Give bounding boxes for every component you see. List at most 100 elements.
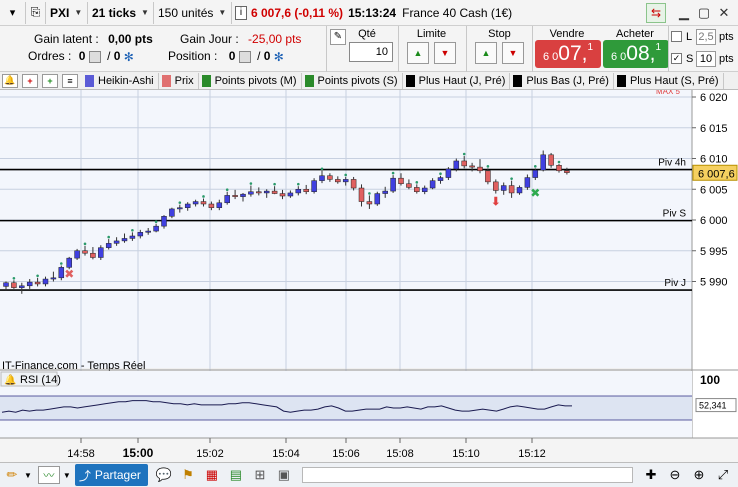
scan-icon[interactable]: ⊞ <box>251 466 269 484</box>
crosshair-icon[interactable]: ✚ <box>642 466 660 484</box>
gear-icon[interactable]: ✻ <box>274 50 284 64</box>
buy-limit-button[interactable]: ▲ <box>407 42 429 64</box>
gear-icon[interactable]: ✻ <box>124 50 134 64</box>
s-label: S <box>686 53 694 65</box>
candle-marker <box>273 182 276 186</box>
units-label: 150 unités <box>158 5 214 20</box>
s-checkbox[interactable]: ✓ <box>671 53 682 64</box>
add-indicator-button[interactable]: + <box>22 73 38 88</box>
price-chart[interactable]: MAX 5 6 020 6 015 6 010 6 005 6 000 5 995 5 990… <box>0 90 738 462</box>
candle-body <box>374 193 381 205</box>
buy-price-big: 08, <box>626 42 656 65</box>
indicator-item[interactable]: Prix <box>159 72 199 89</box>
reset-zoom-icon[interactable]: ⤢ <box>714 466 732 484</box>
bell-icon: 🔔 <box>4 374 16 386</box>
max-line-label: MAX 5 <box>656 90 681 96</box>
sell-button[interactable]: 6 0 07, 1 <box>535 40 601 68</box>
quote-group: Vendre Acheter 6 0 07, 1 6 0 08, 1 <box>532 26 669 72</box>
levels-icon[interactable]: ≡ <box>62 73 78 88</box>
candle-body <box>192 201 199 205</box>
indicator-icon[interactable]: ▦ <box>203 466 221 484</box>
interval-label: 21 ticks <box>92 5 137 20</box>
strategy-icon[interactable]: ▤ <box>227 466 245 484</box>
export-icon[interactable]: ▣ <box>275 466 293 484</box>
interval-selector[interactable]: 21 ticks ▼ <box>88 1 154 24</box>
position-count-2: 0 <box>263 49 271 63</box>
close-button[interactable]: ✕ <box>714 3 734 23</box>
window-list-button[interactable]: ⎘ <box>26 1 46 24</box>
candle-body <box>311 180 317 192</box>
indicator-item[interactable]: Plus Haut (S, Pré) <box>614 72 724 89</box>
candle-body <box>216 202 223 208</box>
candle-marker <box>534 165 537 168</box>
chat-icon[interactable]: 💬 <box>155 466 173 484</box>
candle-marker <box>249 182 253 185</box>
candle-body <box>406 183 412 188</box>
sell-limit-button[interactable]: ▼ <box>434 42 456 64</box>
indicator-item[interactable]: Heikin-Ashi <box>82 72 159 89</box>
quantity-input[interactable]: 10 <box>349 42 393 62</box>
chart-menu-button[interactable]: ▾ <box>0 1 26 24</box>
candle-body <box>524 177 531 188</box>
chevron-down-icon[interactable]: ▼ <box>24 471 32 480</box>
add-overlay-button[interactable]: + <box>42 73 58 88</box>
candle-body <box>177 207 183 210</box>
candle-body <box>224 195 230 204</box>
sell-stop-button[interactable]: ▼ <box>502 42 524 64</box>
candle-marker <box>368 192 371 195</box>
candle-marker <box>154 220 158 223</box>
indicator-item[interactable]: Plus Bas (J, Pré) <box>510 72 614 89</box>
title-bar: ▾ ⎘ PXI ▼ 21 ticks ▼ 150 unités ▼ i 6 00… <box>0 0 738 26</box>
bell-icon[interactable]: 🔔 <box>2 73 18 88</box>
candle-marker <box>297 182 300 186</box>
candle-body <box>540 154 546 171</box>
share-button[interactable]: ⤴ Partager <box>74 464 148 486</box>
indicator-item[interactable]: Points pivots (M) <box>199 72 302 89</box>
scroll-bar[interactable] <box>301 467 633 483</box>
link-icon[interactable]: ⇆ <box>646 2 666 23</box>
candle-marker <box>391 171 395 175</box>
info-icon[interactable]: i <box>235 5 247 20</box>
symbol-selector[interactable]: PXI ▼ <box>46 1 88 24</box>
buy-stop-button[interactable]: ▲ <box>475 42 497 64</box>
buy-label: Acheter <box>616 28 654 40</box>
pencil-icon[interactable]: ✏ <box>3 466 21 484</box>
candle-body <box>82 250 88 254</box>
candle-body <box>469 165 475 168</box>
chevron-down-icon[interactable]: ▼ <box>63 471 71 480</box>
candle-marker <box>178 201 182 204</box>
quote-summary: i 6 007,6 (-0,11 %) 15:13:24 France 40 C… <box>232 2 516 24</box>
chart-type-icon[interactable]: 〰 <box>37 466 60 484</box>
zoom-out-icon[interactable]: ⊖ <box>666 466 684 484</box>
alert-icon[interactable]: ⚑ <box>179 466 197 484</box>
candle-body <box>429 180 436 189</box>
candle-body <box>11 282 17 288</box>
zoom-in-icon[interactable]: ⊕ <box>690 466 708 484</box>
orders-icon[interactable] <box>88 50 101 63</box>
maximize-button[interactable]: ▢ <box>694 3 714 23</box>
minimize-button[interactable]: ▁ <box>674 3 694 23</box>
candle-body <box>42 278 49 285</box>
indicator-label: Plus Haut (J, Pré) <box>418 74 506 87</box>
indicator-label: Points pivots (M) <box>214 74 297 87</box>
candle-body <box>398 177 404 184</box>
position-icon[interactable] <box>238 50 251 63</box>
buy-button[interactable]: 6 0 08, 1 <box>603 40 669 68</box>
candle-marker <box>202 195 205 198</box>
units-selector[interactable]: 150 unités ▼ <box>154 1 232 24</box>
time-axis-label: 15:00 <box>123 446 154 460</box>
l-value-input[interactable]: 2,5 <box>696 29 716 45</box>
candle-body <box>358 187 365 202</box>
trade-marker-icon: ✖ <box>530 186 540 200</box>
candle-marker <box>439 172 442 176</box>
indicator-item[interactable]: Plus Haut (J, Pré) <box>403 72 511 89</box>
indicator-item[interactable]: Points pivots (S) <box>302 72 403 89</box>
candle-body <box>287 192 294 197</box>
quantity-group: ✎ Qté 10 <box>326 26 396 72</box>
sell-price-big: 07, <box>558 42 588 65</box>
price-axis-label: 6 000 <box>700 215 728 227</box>
l-checkbox[interactable] <box>671 31 682 42</box>
indicator-color-swatch <box>405 74 415 87</box>
s-value-input[interactable]: 10 <box>696 51 716 67</box>
candle-body <box>461 160 467 167</box>
